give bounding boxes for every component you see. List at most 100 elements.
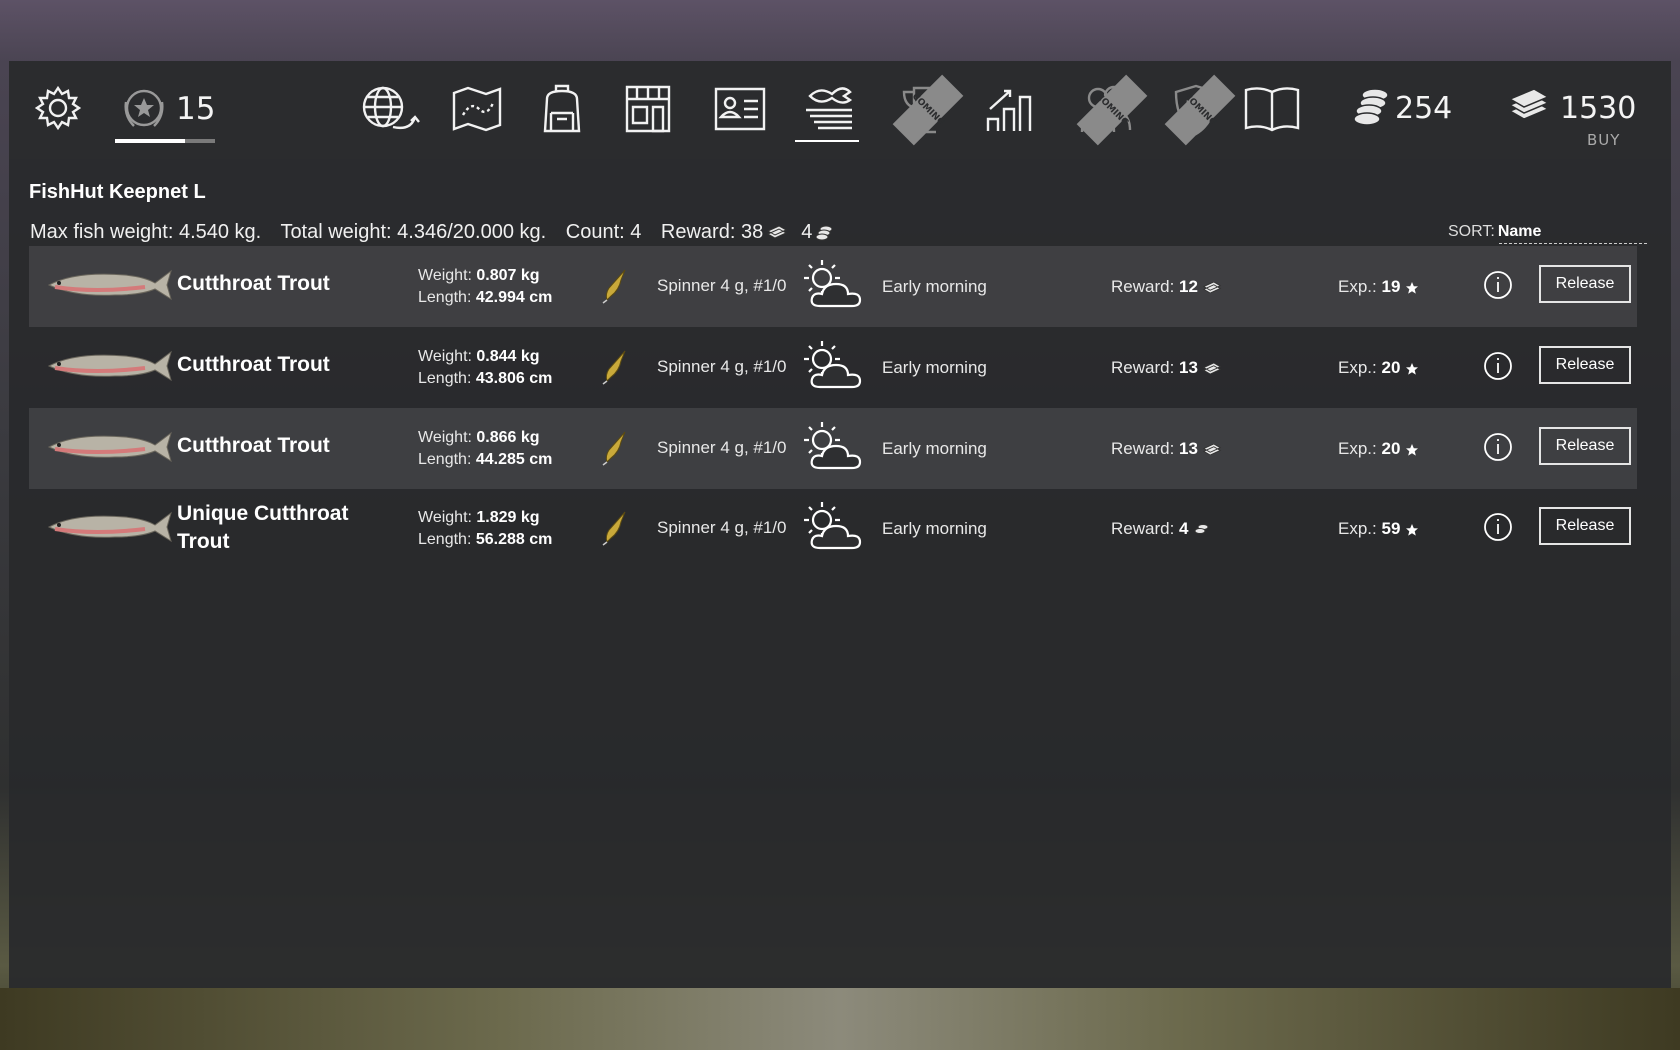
- backpack-icon[interactable]: [537, 81, 587, 137]
- player-level: 15: [176, 91, 216, 127]
- shop-icon[interactable]: [621, 81, 675, 137]
- map-icon[interactable]: [450, 83, 504, 135]
- fish-length: Length: 44.285 cm: [418, 451, 553, 468]
- fish-row: Unique Cutthroat Trout Weight: 1.829 kg …: [29, 488, 1637, 569]
- keepnet-panel: 15 COMING COMING COMING 254 1530 BUY Fis…: [9, 61, 1671, 988]
- coins-icon: [1194, 523, 1209, 534]
- sort-value[interactable]: Name: [1498, 223, 1542, 240]
- time-of-day: Early morning: [882, 439, 987, 458]
- lure-icon: [602, 431, 626, 466]
- fish-length: Length: 43.806 cm: [418, 370, 553, 387]
- fish-image: [47, 431, 172, 463]
- fish-experience: Exp.: 20: [1338, 439, 1419, 459]
- fish-reward: Reward: 4: [1111, 519, 1209, 539]
- club-icon[interactable]: COMING: [1161, 74, 1236, 146]
- coins-icon: [815, 225, 833, 241]
- fish-name: Unique Cutthroat Trout: [177, 502, 349, 553]
- lure-name: Spinner 4 g, #1/0: [657, 357, 787, 376]
- time-of-day: Early morning: [882, 358, 987, 377]
- cash-icon: [1202, 444, 1222, 456]
- fish-image: [47, 511, 172, 543]
- total-reward-gold: 4: [801, 221, 813, 243]
- buy-currency-link[interactable]: BUY: [1587, 131, 1620, 149]
- coins-amount: 254: [1395, 91, 1453, 126]
- partly-cloudy-weather-icon: [804, 341, 862, 389]
- info-icon[interactable]: [1483, 432, 1513, 462]
- fish-count: Count: 4: [565, 221, 642, 243]
- star-icon: [1406, 362, 1419, 375]
- license-icon[interactable]: [709, 83, 771, 135]
- partly-cloudy-weather-icon: [804, 502, 862, 550]
- lure-name: Spinner 4 g, #1/0: [657, 276, 787, 295]
- star-icon: [1406, 523, 1419, 536]
- release-button[interactable]: Release: [1539, 427, 1631, 465]
- level-badge-icon[interactable]: [117, 81, 171, 135]
- sort-underline: [1499, 243, 1647, 244]
- partly-cloudy-weather-icon: [804, 260, 862, 308]
- encyclopedia-icon[interactable]: [1241, 83, 1303, 135]
- friends-icon[interactable]: COMING: [1069, 74, 1148, 146]
- lure-name: Spinner 4 g, #1/0: [657, 518, 787, 537]
- release-button[interactable]: Release: [1539, 265, 1631, 303]
- coins-icon: [1349, 85, 1393, 131]
- lure-icon: [602, 269, 626, 304]
- fish-weight: Weight: 0.844 kg: [418, 348, 540, 365]
- info-icon[interactable]: [1483, 351, 1513, 381]
- cash-amount: 1530: [1560, 91, 1637, 126]
- globe-travel-icon[interactable]: [358, 81, 422, 137]
- max-fish-weight: Max fish weight: 4.540 kg.: [30, 221, 262, 243]
- lure-name: Spinner 4 g, #1/0: [657, 438, 787, 457]
- keepnet-icon[interactable]: [801, 81, 857, 135]
- info-icon[interactable]: [1483, 270, 1513, 300]
- fish-row: Cutthroat Trout Weight: 0.844 kg Length:…: [29, 327, 1637, 408]
- top-navigation-bar: 15 COMING COMING COMING 254 1530 BUY: [9, 61, 1671, 159]
- keepnet-title: FishHut Keepnet L: [29, 181, 206, 203]
- partly-cloudy-weather-icon: [804, 422, 862, 470]
- level-progress-fill: [115, 139, 185, 143]
- info-icon[interactable]: [1483, 512, 1513, 542]
- fish-stats: Weight: 0.807 kg Length: 42.994 cm: [418, 265, 552, 309]
- trophy-icon[interactable]: COMING: [891, 74, 964, 146]
- fish-weight: Weight: 0.866 kg: [418, 429, 540, 446]
- fish-name: Cutthroat Trout: [177, 272, 330, 295]
- cash-icon: [1202, 282, 1222, 294]
- lure-icon: [602, 511, 626, 546]
- time-of-day: Early morning: [882, 519, 987, 538]
- time-of-day: Early morning: [882, 277, 987, 296]
- fish-experience: Exp.: 19: [1338, 277, 1419, 297]
- active-tab-indicator: [795, 140, 859, 142]
- keepnet-summary: Max fish weight: 4.540 kg. Total weight:…: [30, 221, 833, 244]
- fish-stats: Weight: 0.844 kg Length: 43.806 cm: [418, 346, 552, 390]
- release-button[interactable]: Release: [1539, 346, 1631, 384]
- sort-control[interactable]: SORT: Name: [1448, 223, 1541, 241]
- fish-weight: Weight: 0.807 kg: [418, 267, 540, 284]
- fish-reward: Reward: 12: [1111, 277, 1222, 297]
- fish-stats: Weight: 0.866 kg Length: 44.285 cm: [418, 427, 552, 471]
- fish-experience: Exp.: 59: [1338, 519, 1419, 539]
- star-icon: [1406, 281, 1419, 294]
- settings-icon[interactable]: [33, 83, 83, 133]
- background-scenery: [0, 988, 1680, 1050]
- fish-weight: Weight: 1.829 kg: [418, 509, 540, 526]
- fish-row: Cutthroat Trout Weight: 0.807 kg Length:…: [29, 246, 1637, 327]
- fish-experience: Exp.: 20: [1338, 358, 1419, 378]
- fish-reward: Reward: 13: [1111, 358, 1222, 378]
- stats-icon[interactable]: [983, 81, 1037, 137]
- lure-icon: [602, 350, 626, 385]
- fish-image: [47, 269, 172, 301]
- fish-name: Cutthroat Trout: [177, 434, 330, 457]
- fish-length: Length: 42.994 cm: [418, 289, 553, 306]
- fish-length: Length: 56.288 cm: [418, 531, 553, 548]
- sort-label: SORT:: [1448, 223, 1495, 240]
- fish-reward: Reward: 13: [1111, 439, 1222, 459]
- total-reward: Reward: 38: [660, 221, 764, 243]
- fish-name: Cutthroat Trout: [177, 353, 330, 376]
- total-weight: Total weight: 4.346/20.000 kg.: [280, 221, 547, 243]
- star-icon: [1406, 443, 1419, 456]
- fish-stats: Weight: 1.829 kg Length: 56.288 cm: [418, 507, 552, 551]
- fish-image: [47, 350, 172, 382]
- cash-icon: [1202, 363, 1222, 375]
- release-button[interactable]: Release: [1539, 507, 1631, 545]
- cash-icon: [1505, 87, 1553, 127]
- cash-icon: [767, 225, 788, 239]
